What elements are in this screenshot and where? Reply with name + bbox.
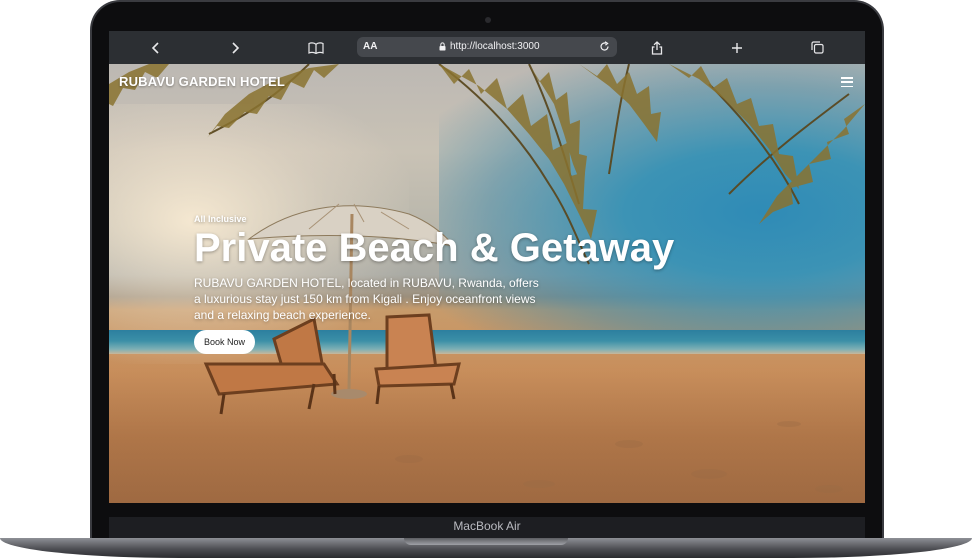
device-frame: AA http://localhost:3000 RUBAVU GARDEN H… <box>0 0 972 558</box>
lock-icon <box>439 42 446 51</box>
tabs-icon <box>810 41 824 54</box>
forward-button[interactable] <box>219 31 251 64</box>
forward-icon <box>232 41 240 54</box>
bookmarks-button[interactable] <box>300 31 332 64</box>
url-text: http://localhost:3000 <box>450 41 540 52</box>
reload-button[interactable] <box>597 39 611 53</box>
hamburger-menu-icon[interactable] <box>841 77 853 87</box>
hero-eyebrow: All Inclusive <box>194 214 247 224</box>
reload-icon <box>599 40 609 51</box>
back-button[interactable] <box>140 31 172 64</box>
share-button[interactable] <box>641 31 673 64</box>
hero-description: RUBAVU GARDEN HOTEL, located in RUBAVU, … <box>194 276 539 322</box>
device-model-label: MacBook Air <box>453 519 521 533</box>
laptop-hinge-notch <box>404 538 568 545</box>
hero-section: RUBAVU GARDEN HOTEL All Inclusive Privat… <box>109 64 865 503</box>
address-bar[interactable]: AA http://localhost:3000 <box>357 37 617 57</box>
site-navbar: RUBAVU GARDEN HOTEL <box>109 64 865 104</box>
back-icon <box>151 41 159 54</box>
hero-headline: Private Beach & Getaway <box>194 226 675 270</box>
plus-icon <box>732 42 742 53</box>
new-tab-button[interactable] <box>721 31 753 64</box>
share-icon <box>651 40 663 55</box>
browser-window: AA http://localhost:3000 RUBAVU GARDEN H… <box>109 31 865 503</box>
hero-content: All Inclusive Private Beach & Getaway RU… <box>194 214 674 354</box>
text-size-button[interactable]: AA <box>363 41 377 52</box>
site-brand[interactable]: RUBAVU GARDEN HOTEL <box>119 74 285 89</box>
book-now-button[interactable]: Book Now <box>194 330 256 354</box>
camera-icon <box>485 17 491 23</box>
tabs-overview-button[interactable] <box>801 31 833 64</box>
browser-toolbar: AA http://localhost:3000 <box>109 31 865 64</box>
bookmarks-icon <box>308 41 324 54</box>
